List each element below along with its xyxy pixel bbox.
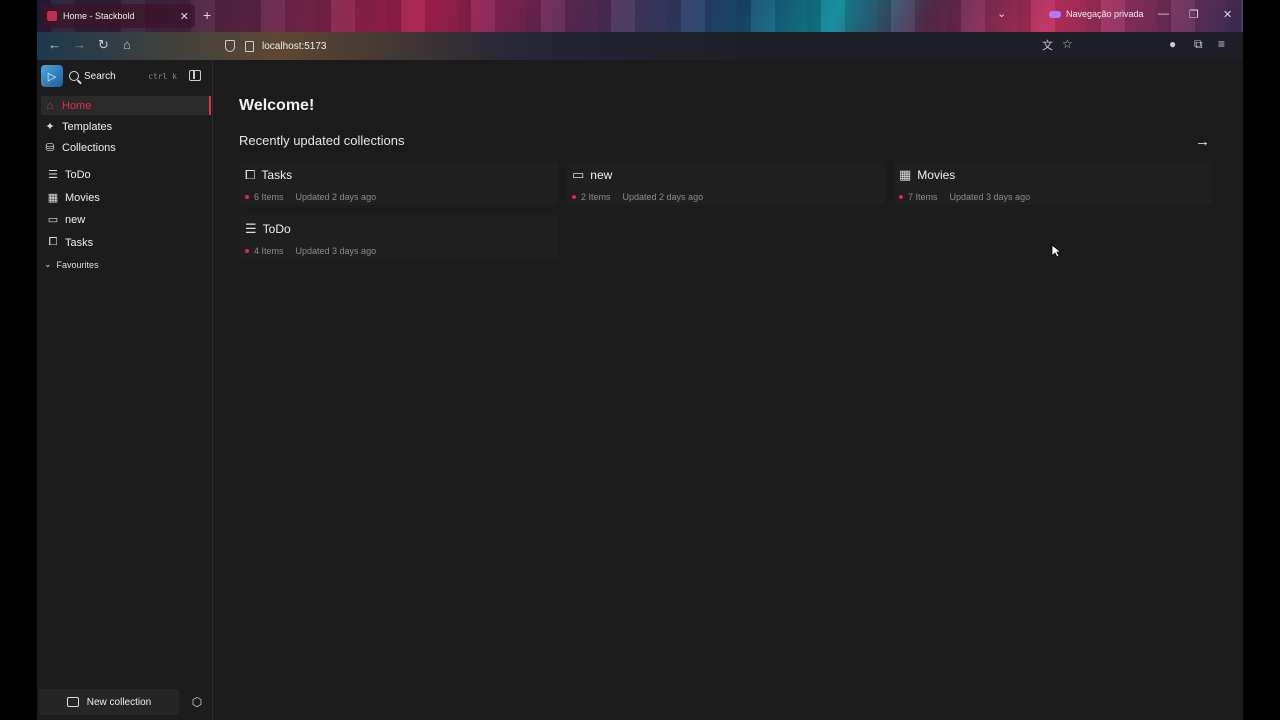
page-info-icon[interactable] [245,40,254,52]
favourites-label: Favourites [56,259,99,270]
checklist-icon: ☰ [48,169,58,181]
book-icon: ⧠ [48,236,58,248]
sidebar-collection-new[interactable]: ▭ new [46,210,206,229]
app-logo[interactable]: ▷ [41,65,63,87]
sidebar-item-label: Collections [62,141,116,154]
film-icon: ▦ [47,192,59,204]
folder-plus-icon [66,697,79,707]
sidebar-item-collections[interactable]: ⛁ Collections [41,138,211,157]
sidebar-item-home[interactable]: ⌂ Home [41,96,211,115]
sidebar-item-label: Home [62,99,92,112]
search-shortcut: ctrl k [148,71,177,81]
home-page-icon[interactable]: ⌂ [123,37,131,52]
menu-icon[interactable]: ≡ [1218,37,1225,51]
forward-icon[interactable]: → [73,37,86,52]
card-count: 6 Items [254,192,284,202]
card-updated: Updated 3 days ago [295,246,377,256]
favicon-icon [47,11,57,21]
arrow-right-icon[interactable]: → [1195,133,1210,150]
new-collection-label: New collection [86,696,152,708]
collection-card-movies[interactable]: ▦ Movies 7 Items Updated 3 days ago [894,161,1212,205]
card-updated: Updated 2 days ago [622,192,704,202]
url-text[interactable]: localhost:5173 [262,41,327,52]
card-updated: Updated 2 days ago [295,192,377,202]
app: ▷ Search ctrl k ⌂ Home ✦ Templates ⛁ Col… [37,60,1243,720]
collection-card-tasks[interactable]: ⧠ Tasks 6 Items Updated 2 days ago [240,161,558,205]
tab-list-chevron-icon[interactable]: ⌄ [997,7,1006,20]
bookmark-star-icon[interactable]: ☆ [1062,37,1073,51]
folder-icon: ▭ [47,214,59,226]
minimize-icon[interactable]: — [1158,8,1169,20]
browser-nav-bar: ← → ↻ ⌂ localhost:5173 文 ☆ ● ⧉ ≡ [37,32,1243,60]
home-icon: ⌂ [46,99,54,112]
sidebar-collection-todo[interactable]: ☰ ToDo [46,165,206,184]
main-content: Welcome! Recently updated collections → … [214,60,1243,720]
mouse-cursor-icon [1051,244,1061,258]
account-icon[interactable]: ● [1169,37,1176,51]
sparkle-icon: ✦ [45,121,55,133]
card-count: 4 Items [254,246,284,256]
browser-tab-bar: Home - Stackbold ✕ + ⌄ Navegação privada… [37,0,1243,32]
collection-card-new[interactable]: ▭ new 2 Items Updated 2 days ago [567,161,885,205]
sidebar: ▷ Search ctrl k ⌂ Home ✦ Templates ⛁ Col… [37,60,213,720]
sidebar-collection-tasks[interactable]: ⧠ Tasks [46,233,206,252]
search-icon [69,71,79,81]
book-icon: ⧠ [245,167,256,182]
sidebar-item-label: Tasks [65,236,94,249]
new-collection-button[interactable]: New collection [39,689,179,715]
tab-title: Home - Stackbold [63,11,135,21]
search-button[interactable]: Search ctrl k [69,65,177,87]
section-title: Recently updated collections [239,133,405,148]
card-title: ToDo [262,222,291,236]
checklist-icon: ☰ [245,221,257,236]
card-count: 7 Items [908,192,938,202]
search-label: Search [84,70,116,82]
translate-icon[interactable]: 文 [1042,37,1053,53]
status-dot [899,195,903,199]
database-icon: ⛁ [45,142,55,154]
sidebar-item-label: ToDo [65,168,91,181]
package-icon: ⬡ [191,695,203,709]
maximize-icon[interactable]: ❐ [1189,8,1199,21]
extensions-icon[interactable]: ⧉ [1194,37,1203,52]
page-title: Welcome! [239,97,315,114]
private-browsing-indicator: Navegação privada [1049,9,1144,19]
sidebar-item-label: Templates [62,120,113,133]
card-updated: Updated 3 days ago [949,192,1031,202]
private-mask-icon [1049,10,1061,18]
folder-icon: ▭ [572,167,585,182]
browser-window: Home - Stackbold ✕ + ⌄ Navegação privada… [37,0,1243,720]
status-dot [245,195,249,199]
new-tab-icon[interactable]: + [203,7,211,23]
shield-icon[interactable] [225,40,235,52]
status-dot [572,195,576,199]
card-title: Tasks [261,168,293,182]
package-button[interactable]: ⬡ [183,689,211,715]
status-dot [245,249,249,253]
close-tab-icon[interactable]: ✕ [180,10,189,23]
sidebar-collection-movies[interactable]: ▦ Movies [46,188,206,207]
sidebar-item-label: new [65,213,86,226]
sidebar-item-templates[interactable]: ✦ Templates [41,117,211,136]
close-window-icon[interactable]: ✕ [1223,8,1232,21]
browser-tab[interactable]: Home - Stackbold ✕ [41,4,195,28]
collection-card-todo[interactable]: ☰ ToDo 4 Items Updated 3 days ago [240,215,558,259]
back-icon[interactable]: ← [48,37,61,52]
film-icon: ▦ [899,167,912,182]
card-title: new [590,168,613,182]
card-title: Movies [917,168,956,182]
chevron-down-icon: ⌄ [44,259,52,269]
address-bar[interactable]: localhost:5173 [225,36,1020,56]
desktop: Home - Stackbold ✕ + ⌄ Navegação privada… [0,0,1280,720]
favourites-section-toggle[interactable]: ⌄ Favourites [44,259,99,270]
sidebar-toggle-icon[interactable] [189,70,201,81]
private-label: Navegação privada [1066,9,1144,19]
card-count: 2 Items [581,192,611,202]
reload-icon[interactable]: ↻ [98,37,109,53]
sidebar-item-label: Movies [65,191,100,204]
